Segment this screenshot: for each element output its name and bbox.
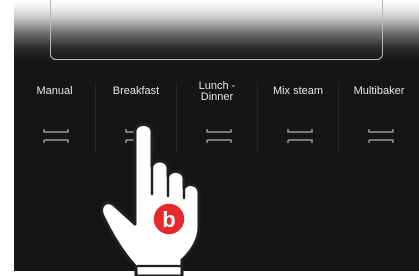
tray-icon [287,129,313,143]
upper-display-frame [50,0,383,60]
tray-icon [43,129,69,143]
pointing-hand-icon: b [100,123,201,276]
tray-icon [368,129,394,143]
badge-letter: b [162,207,175,232]
mode-multibaker-button[interactable]: Multibaker [338,82,419,152]
mode-mix-steam-button[interactable]: Mix steam [257,82,338,152]
mode-lunch-dinner-label: Lunch - Dinner [198,80,236,103]
mode-manual-button[interactable]: Manual [14,82,95,152]
mode-mix-steam-label: Mix steam [272,85,324,97]
mode-manual-label: Manual [36,85,73,97]
mode-multibaker-label: Multibaker [353,85,405,97]
oven-control-panel: Manual Breakfast Lunch - Dinner Mix stea… [14,0,419,271]
tray-icon [206,129,232,143]
mode-breakfast-label: Breakfast [112,85,160,97]
mode-selector: Manual Breakfast Lunch - Dinner Mix stea… [14,80,419,152]
